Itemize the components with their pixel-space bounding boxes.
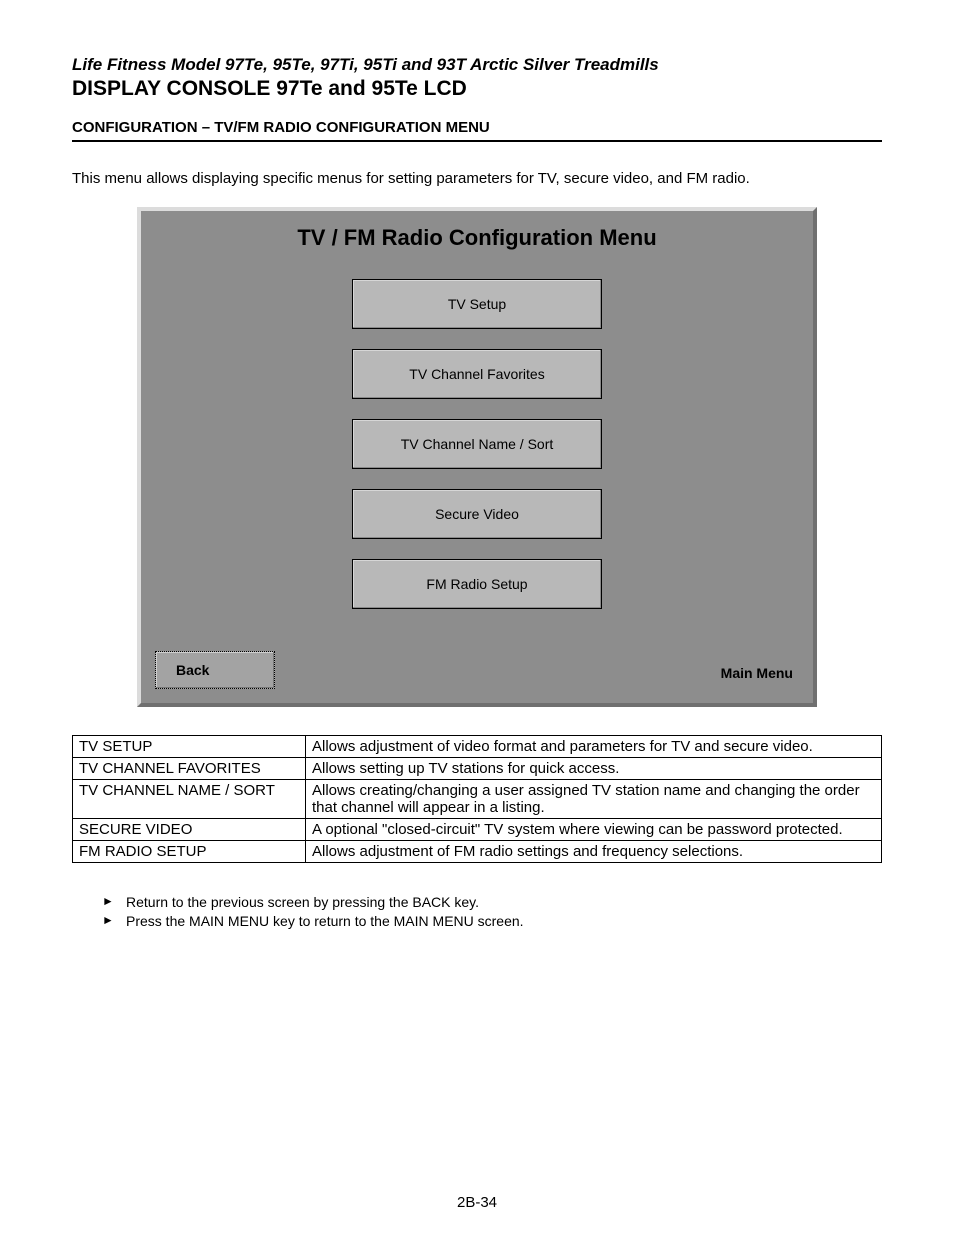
lcd-buttons-column: TV Setup TV Channel Favorites TV Channel… — [141, 279, 813, 609]
lcd-bottom-bar: Back Main Menu — [155, 651, 799, 689]
table-value: Allows adjustment of FM radio settings a… — [306, 841, 882, 863]
section-heading: CONFIGURATION – TV/FM RADIO CONFIGURATIO… — [72, 119, 882, 142]
lcd-button-tv-channel-favorites[interactable]: TV Channel Favorites — [352, 349, 602, 399]
instruction-list: Return to the previous screen by pressin… — [72, 893, 882, 931]
table-key: SECURE VIDEO — [73, 819, 306, 841]
instruction-item: Return to the previous screen by pressin… — [102, 893, 882, 912]
table-value: Allows adjustment of video format and pa… — [306, 736, 882, 758]
page-number: 2B-34 — [0, 1194, 954, 1211]
table-row: SECURE VIDEO A optional "closed-circuit"… — [73, 819, 882, 841]
table-row: TV CHANNEL FAVORITES Allows setting up T… — [73, 758, 882, 780]
lcd-main-menu-button[interactable]: Main Menu — [721, 665, 799, 689]
table-key: TV SETUP — [73, 736, 306, 758]
lcd-button-secure-video[interactable]: Secure Video — [352, 489, 602, 539]
description-table: TV SETUP Allows adjustment of video form… — [72, 735, 882, 863]
table-row: TV CHANNEL NAME / SORT Allows creating/c… — [73, 780, 882, 819]
instruction-item: Press the MAIN MENU key to return to the… — [102, 912, 882, 931]
table-row: TV SETUP Allows adjustment of video form… — [73, 736, 882, 758]
header-supertitle: Life Fitness Model 97Te, 95Te, 97Ti, 95T… — [72, 55, 882, 75]
lcd-panel: TV / FM Radio Configuration Menu TV Setu… — [137, 207, 817, 707]
lcd-button-fm-radio-setup[interactable]: FM Radio Setup — [352, 559, 602, 609]
intro-text: This menu allows displaying specific men… — [72, 170, 882, 187]
lcd-back-button[interactable]: Back — [155, 651, 275, 689]
lcd-title: TV / FM Radio Configuration Menu — [141, 225, 813, 251]
table-row: FM RADIO SETUP Allows adjustment of FM r… — [73, 841, 882, 863]
header-title: DISPLAY CONSOLE 97Te and 95Te LCD — [72, 77, 882, 101]
table-key: TV CHANNEL FAVORITES — [73, 758, 306, 780]
lcd-button-tv-channel-name-sort[interactable]: TV Channel Name / Sort — [352, 419, 602, 469]
table-value: Allows setting up TV stations for quick … — [306, 758, 882, 780]
table-value: A optional "closed-circuit" TV system wh… — [306, 819, 882, 841]
table-key: FM RADIO SETUP — [73, 841, 306, 863]
table-value: Allows creating/changing a user assigned… — [306, 780, 882, 819]
table-key: TV CHANNEL NAME / SORT — [73, 780, 306, 819]
lcd-button-tv-setup[interactable]: TV Setup — [352, 279, 602, 329]
